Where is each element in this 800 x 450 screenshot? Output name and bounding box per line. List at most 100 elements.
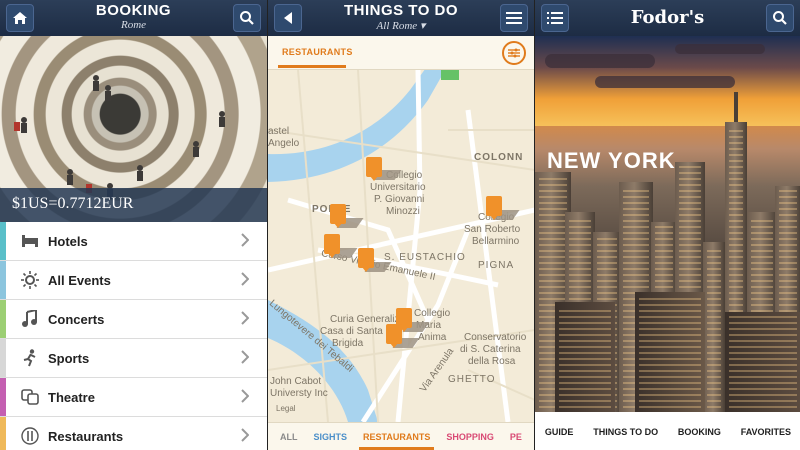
page-subtitle: Rome bbox=[120, 19, 147, 31]
tab-restaurants[interactable]: RESTAURANTS bbox=[358, 432, 435, 450]
menu-item-sports[interactable]: Sports bbox=[0, 339, 267, 378]
menu-color-strip bbox=[0, 261, 6, 299]
map-label: COLONN bbox=[474, 152, 524, 163]
search-icon bbox=[773, 11, 787, 25]
menu-color-strip bbox=[0, 300, 6, 338]
chevron-right-icon bbox=[241, 233, 249, 247]
menu-item-all-events[interactable]: All Events bbox=[0, 261, 267, 300]
category-bar: RESTAURANTS bbox=[268, 36, 534, 70]
things-to-do-screen: THINGS TO DO All Rome ▾ RESTAURANTS aste… bbox=[267, 0, 534, 450]
map-label: PIGNA bbox=[478, 260, 515, 271]
booking-menu: Hotels All Events Concerts Sports Theatr… bbox=[0, 222, 267, 450]
cloud bbox=[595, 76, 735, 88]
tab-sights[interactable]: SIGHTS bbox=[314, 432, 348, 442]
tab-things-to-do[interactable]: THINGS TO DO bbox=[593, 427, 658, 437]
chevron-right-icon bbox=[241, 428, 249, 442]
building bbox=[725, 312, 800, 412]
booking-header: BOOKING Rome bbox=[0, 0, 267, 36]
category-tabs: ALL SIGHTS RESTAURANTS SHOPPING PE bbox=[268, 422, 534, 450]
tab-more[interactable]: PE bbox=[510, 432, 522, 442]
cloud bbox=[545, 54, 655, 68]
list-menu-button[interactable] bbox=[541, 4, 569, 32]
map-label: astel bbox=[268, 126, 290, 137]
tab-booking[interactable]: BOOKING bbox=[678, 427, 721, 437]
new-york-skyline-image[interactable]: NEW YORK bbox=[535, 36, 800, 412]
restaurant-pin-icon[interactable] bbox=[486, 196, 502, 220]
menu-item-concerts[interactable]: Concerts bbox=[0, 300, 267, 339]
map-label: Minozzi bbox=[386, 206, 420, 217]
building bbox=[555, 302, 615, 412]
tab-shopping[interactable]: SHOPPING bbox=[446, 432, 494, 442]
menu-item-label: Sports bbox=[48, 350, 90, 366]
bottom-nav: GUIDE THINGS TO DO BOOKING FAVORITES bbox=[535, 412, 800, 450]
menu-color-strip bbox=[0, 378, 6, 416]
home-button[interactable] bbox=[6, 4, 34, 32]
hero-staircase-image: $1US=0.7712EUR bbox=[0, 36, 267, 222]
music-icon bbox=[16, 310, 44, 328]
building bbox=[703, 242, 725, 412]
tab-all[interactable]: ALL bbox=[280, 432, 298, 442]
menu-item-label: All Events bbox=[48, 272, 111, 288]
back-button[interactable] bbox=[274, 4, 302, 32]
home-icon bbox=[13, 12, 27, 24]
sliders-icon bbox=[508, 48, 520, 58]
antenna bbox=[734, 92, 738, 122]
map-label: GHETTO bbox=[448, 374, 496, 385]
map-label: Conservatorio bbox=[464, 332, 527, 343]
cloud bbox=[675, 44, 765, 54]
restaurant-pin-icon[interactable] bbox=[358, 248, 374, 272]
restaurant-pin-icon[interactable] bbox=[324, 234, 340, 258]
map-label: S. EUSTACHIO bbox=[384, 252, 466, 263]
restaurant-pin-icon[interactable] bbox=[386, 324, 402, 348]
chevron-right-icon bbox=[241, 350, 249, 364]
map-label: Collegio bbox=[414, 308, 451, 319]
chevron-right-icon bbox=[241, 311, 249, 325]
map-label: Bellarmino bbox=[472, 236, 520, 247]
list-icon bbox=[547, 12, 563, 24]
building bbox=[635, 292, 705, 412]
bed-icon bbox=[16, 234, 44, 248]
search-button[interactable] bbox=[233, 4, 261, 32]
cutlery-icon bbox=[16, 427, 44, 445]
map-label: Angelo bbox=[268, 138, 300, 149]
menu-item-label: Restaurants bbox=[48, 428, 124, 444]
legal-link[interactable]: Legal bbox=[276, 404, 296, 413]
map-view[interactable]: usta astel Angelo COLONN Collegio Univer… bbox=[268, 70, 534, 422]
map-label: Casa di Santa bbox=[320, 326, 383, 337]
runner-icon bbox=[16, 349, 44, 367]
hamburger-icon bbox=[506, 12, 522, 24]
booking-screen: BOOKING Rome $1US=0.7712EUR Hotels All E… bbox=[0, 0, 267, 450]
map-label: Anima bbox=[418, 332, 447, 343]
map-label: di S. Caterina bbox=[460, 344, 521, 355]
selected-category[interactable]: RESTAURANTS bbox=[282, 47, 353, 57]
menu-color-strip bbox=[0, 339, 6, 377]
map-label: P. Giovanni bbox=[374, 194, 425, 205]
currency-rate: $1US=0.7712EUR bbox=[0, 188, 267, 222]
city-title: NEW YORK bbox=[547, 148, 676, 173]
fodors-header: Fodor's bbox=[535, 0, 800, 36]
menu-item-hotels[interactable]: Hotels bbox=[0, 222, 267, 261]
menu-item-label: Concerts bbox=[48, 311, 105, 327]
city-selector[interactable]: All Rome ▾ bbox=[268, 19, 534, 32]
fodors-screen: Fodor's NEW YORK GUIDE THINGS TO DO BOOK… bbox=[534, 0, 800, 450]
menu-button[interactable] bbox=[500, 4, 528, 32]
search-button[interactable] bbox=[766, 4, 794, 32]
page-title: BOOKING bbox=[95, 2, 172, 19]
restaurant-pin-icon[interactable] bbox=[330, 204, 346, 228]
things-to-do-header: THINGS TO DO All Rome ▾ bbox=[268, 0, 534, 36]
menu-color-strip bbox=[0, 417, 6, 450]
page-title: THINGS TO DO bbox=[343, 2, 459, 19]
map-label: San Roberto bbox=[464, 224, 521, 235]
chevron-right-icon bbox=[241, 389, 249, 403]
masks-icon bbox=[16, 389, 44, 405]
tab-favorites[interactable]: FAVORITES bbox=[741, 427, 791, 437]
menu-color-strip bbox=[0, 222, 6, 260]
sun-icon bbox=[16, 271, 44, 289]
tab-guide[interactable]: GUIDE bbox=[545, 427, 574, 437]
restaurant-pin-icon[interactable] bbox=[366, 157, 382, 181]
menu-item-theatre[interactable]: Theatre bbox=[0, 378, 267, 417]
map-label: della Rosa bbox=[468, 356, 516, 367]
menu-item-label: Theatre bbox=[48, 389, 95, 405]
filter-button[interactable] bbox=[502, 41, 526, 65]
menu-item-restaurants[interactable]: Restaurants bbox=[0, 417, 267, 450]
